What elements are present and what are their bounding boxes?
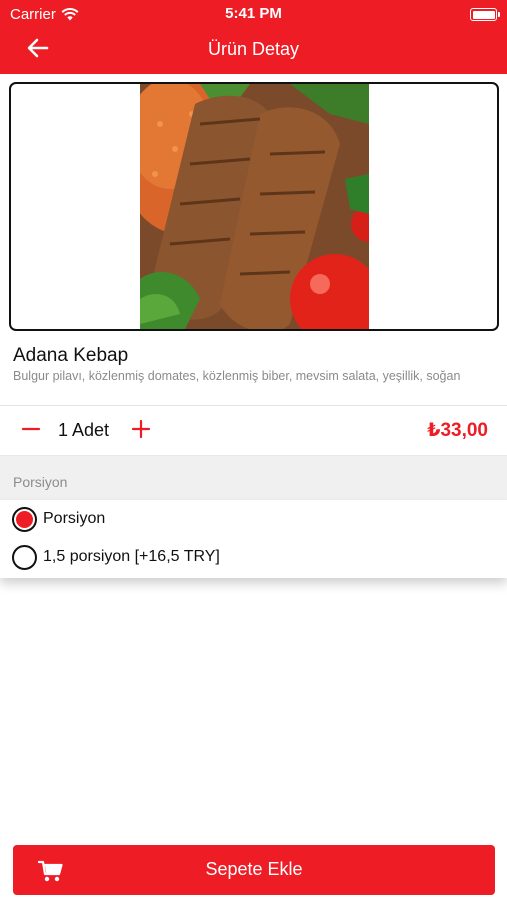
quantity-row: 1 Adet ₺33,00 (0, 406, 507, 454)
status-bar: Carrier 5:41 PM (0, 0, 507, 28)
page-title: Ürün Detay (207, 39, 300, 59)
portion-option-label: 1,5 porsiyon [+16,5 TRY] (43, 548, 220, 565)
decrease-quantity-button[interactable] (20, 418, 42, 440)
minus-icon (21, 427, 41, 431)
product-description: Bulgur pilavı, közlenmiş domates, közlen… (13, 369, 461, 383)
radio-selected-icon (12, 506, 37, 532)
quantity-label: 1 Adet (58, 420, 110, 440)
header-bar: Carrier 5:41 PM Ürün Detay (0, 0, 507, 74)
plus-icon (131, 419, 151, 439)
product-photo (140, 84, 369, 329)
increase-quantity-button[interactable] (130, 418, 152, 440)
portion-option-one-and-half[interactable]: 1,5 porsiyon [+16,5 TRY] (12, 542, 220, 572)
radio-unselected-icon (12, 544, 37, 570)
portion-section-header: Porsiyon (0, 455, 507, 500)
add-to-cart-label: Sepete Ekle (205, 859, 303, 879)
portion-option-label: Porsiyon (43, 510, 106, 527)
battery-icon (470, 8, 500, 21)
product-name: Adana Kebap (13, 345, 129, 366)
clock: 5:41 PM (225, 5, 282, 22)
add-to-cart-button[interactable]: Sepete Ekle (13, 845, 495, 895)
product-price: ₺33,00 (427, 420, 488, 441)
portion-options: Porsiyon 1,5 porsiyon [+16,5 TRY] (0, 500, 507, 578)
portion-section-label: Porsiyon (13, 474, 68, 490)
portion-option-single[interactable]: Porsiyon (12, 504, 105, 534)
product-image-frame (9, 82, 499, 331)
